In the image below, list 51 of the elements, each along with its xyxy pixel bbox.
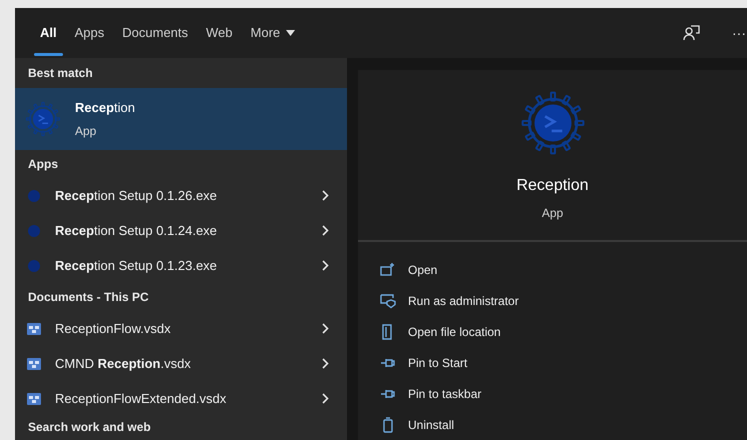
diagram-file-icon xyxy=(27,392,41,404)
action-item[interactable]: Pin to taskbar xyxy=(380,378,747,409)
action-item[interactable]: Open file location xyxy=(380,316,747,347)
result-item[interactable]: Reception Setup 0.1.26.exe xyxy=(15,178,347,213)
chevron-right-icon xyxy=(322,323,329,334)
item-title: ReceptionFlow.vsdx xyxy=(55,320,172,338)
best-match-item[interactable]: Reception App xyxy=(15,88,347,150)
chevron-right-icon xyxy=(322,358,329,369)
section-header: Search work and web xyxy=(28,419,151,436)
item-title: Reception Setup 0.1.23.exe xyxy=(55,256,218,275)
action-item[interactable]: Uninstall xyxy=(380,409,747,440)
app-dot-icon xyxy=(28,190,40,202)
app-dot-icon xyxy=(28,260,40,272)
item-title: Reception Setup 0.1.24.exe xyxy=(55,222,218,240)
feedback-icon[interactable] xyxy=(681,23,701,43)
gear-app-icon xyxy=(25,101,61,137)
result-item[interactable]: ReceptionFlowExtended.vsdx xyxy=(15,381,347,416)
result-item[interactable]: ReceptionFlow.vsdx xyxy=(15,311,347,346)
app-title: Reception xyxy=(516,176,589,196)
open-window-icon xyxy=(380,262,396,278)
shield-window-icon xyxy=(380,292,396,308)
section-header: Documents - This PC xyxy=(28,289,149,306)
tab[interactable]: More xyxy=(242,8,304,58)
result-item[interactable]: Reception Setup 0.1.23.exe xyxy=(15,248,347,283)
gear-app-icon xyxy=(520,90,586,156)
more-options-button[interactable]: ··· xyxy=(731,22,747,44)
action-item[interactable]: Pin to Start xyxy=(380,347,747,378)
action-item[interactable]: Run as administrator xyxy=(380,285,747,316)
item-title: Reception Setup 0.1.26.exe xyxy=(55,186,218,205)
section-header: Best match xyxy=(28,65,93,82)
item-title: ReceptionFlowExtended.vsdx xyxy=(55,390,228,408)
item-subtitle: App xyxy=(75,122,98,140)
item-title: Reception xyxy=(75,99,135,118)
tab[interactable]: Documents xyxy=(113,8,198,58)
tab[interactable]: Web xyxy=(197,8,242,58)
tab[interactable]: Apps xyxy=(66,8,114,58)
app-subtitle: App xyxy=(542,205,564,222)
diagram-file-icon xyxy=(27,358,41,370)
item-title: CMND Reception.vsdx xyxy=(55,354,192,373)
chevron-right-icon xyxy=(322,225,329,236)
app-dot-icon xyxy=(28,224,40,236)
chevron-right-icon xyxy=(322,260,329,271)
caret-icon xyxy=(286,30,296,36)
chevron-right-icon xyxy=(322,190,329,201)
chevron-right-icon xyxy=(322,393,329,404)
action-item[interactable]: Open xyxy=(380,254,747,285)
tab[interactable]: All xyxy=(31,8,66,58)
diagram-file-icon xyxy=(27,322,41,334)
result-item[interactable]: Reception Setup 0.1.24.exe xyxy=(15,213,347,248)
section-header: Apps xyxy=(28,156,58,173)
result-item[interactable]: CMND Reception.vsdx xyxy=(15,346,347,381)
